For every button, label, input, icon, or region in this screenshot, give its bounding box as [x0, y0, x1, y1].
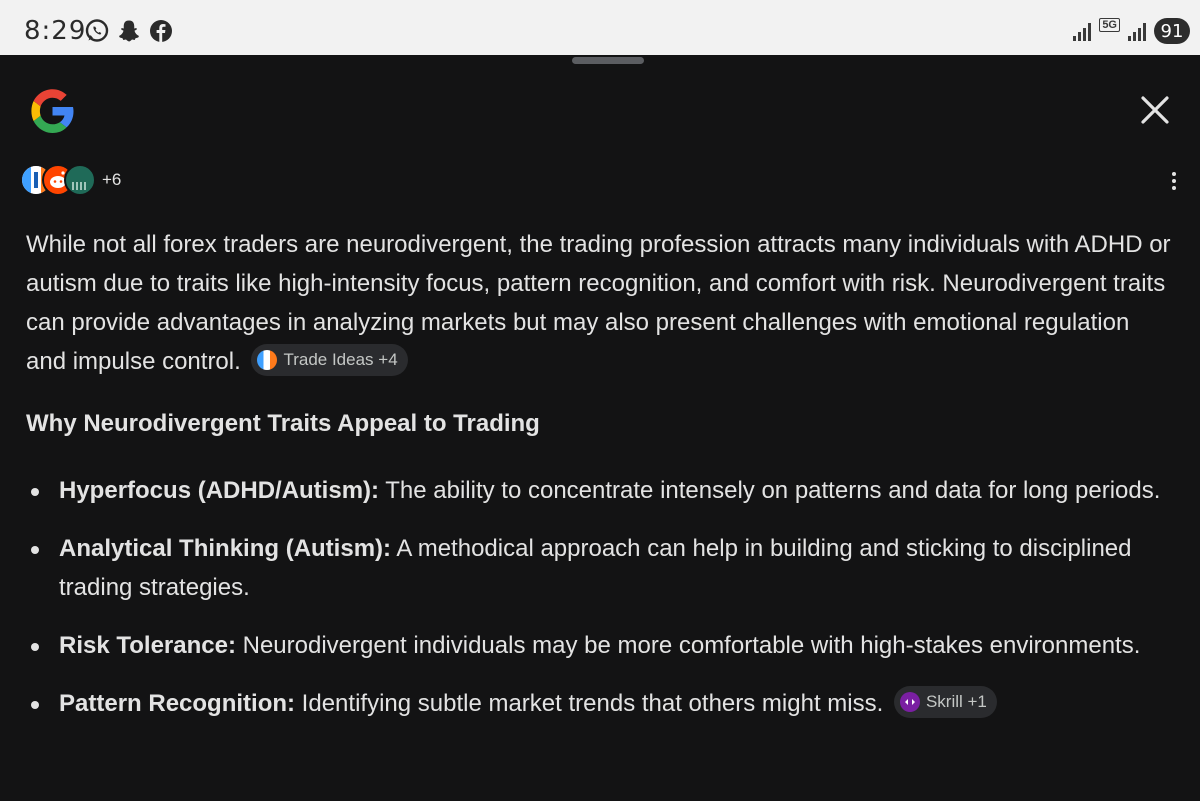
list-item: Hyperfocus (ADHD/Autism): The ability to… [26, 471, 1176, 510]
citation-chip-skrill[interactable]: Skrill +1 [893, 685, 997, 718]
item-term: Analytical Thinking (Autism): [59, 535, 392, 562]
source-avatar-ask-trader [64, 164, 96, 196]
close-icon [1141, 96, 1169, 124]
battery-icon: 91 [1154, 18, 1190, 44]
list-item: Analytical Thinking (Autism): A methodic… [26, 529, 1176, 607]
whatsapp-icon [85, 19, 109, 42]
skrill-icon [899, 691, 920, 712]
snapchat-icon [119, 20, 139, 42]
signal-icon [1073, 21, 1092, 41]
google-logo [31, 89, 74, 133]
summary-text: While not all forex traders are neurodiv… [26, 231, 1171, 375]
more-vert-icon [1172, 172, 1176, 176]
item-term: Risk Tolerance: [59, 632, 236, 659]
more-options-button[interactable] [1162, 167, 1186, 195]
citation-chip-trade-ideas[interactable]: Trade Ideas +4 [251, 343, 408, 376]
section-heading: Why Neurodivergent Traits Appeal to Trad… [26, 410, 540, 437]
item-text: The ability to concentrate intensely on … [379, 477, 1161, 504]
trade-ideas-icon [257, 349, 278, 370]
summary-paragraph: While not all forex traders are neurodiv… [26, 225, 1176, 381]
close-button[interactable] [1136, 91, 1174, 129]
item-term: Pattern Recognition: [59, 690, 296, 717]
item-term: Hyperfocus (ADHD/Autism): [59, 477, 380, 504]
status-time: 8:29 [24, 16, 87, 46]
item-text: Neurodivergent individuals may be more c… [235, 632, 1141, 659]
more-sources-count: +6 [102, 170, 122, 189]
drag-handle[interactable] [572, 57, 644, 64]
source-avatars[interactable]: +6 [20, 163, 121, 197]
citation-label: Skrill +1 [925, 692, 987, 712]
signal-icon [1128, 21, 1146, 41]
overview-content: While not all forex traders are neurodiv… [26, 225, 1176, 742]
traits-list: Hyperfocus (ADHD/Autism): The ability to… [26, 471, 1176, 723]
ai-overview-sheet: +6 While not all forex traders are neuro… [0, 55, 1200, 801]
item-text: Identifying subtle market trends that ot… [295, 690, 890, 717]
facebook-icon [150, 20, 172, 42]
5g-icon: 5G [1099, 18, 1120, 32]
citation-label: Trade Ideas +4 [283, 350, 398, 370]
notification-icons [84, 16, 174, 46]
system-icons: 5G 91 [1073, 16, 1190, 46]
status-bar: 8:29 5G 91 [0, 0, 1200, 55]
list-item: Risk Tolerance: Neurodivergent individua… [26, 626, 1176, 665]
list-item: Pattern Recognition: Identifying subtle … [26, 684, 1176, 723]
